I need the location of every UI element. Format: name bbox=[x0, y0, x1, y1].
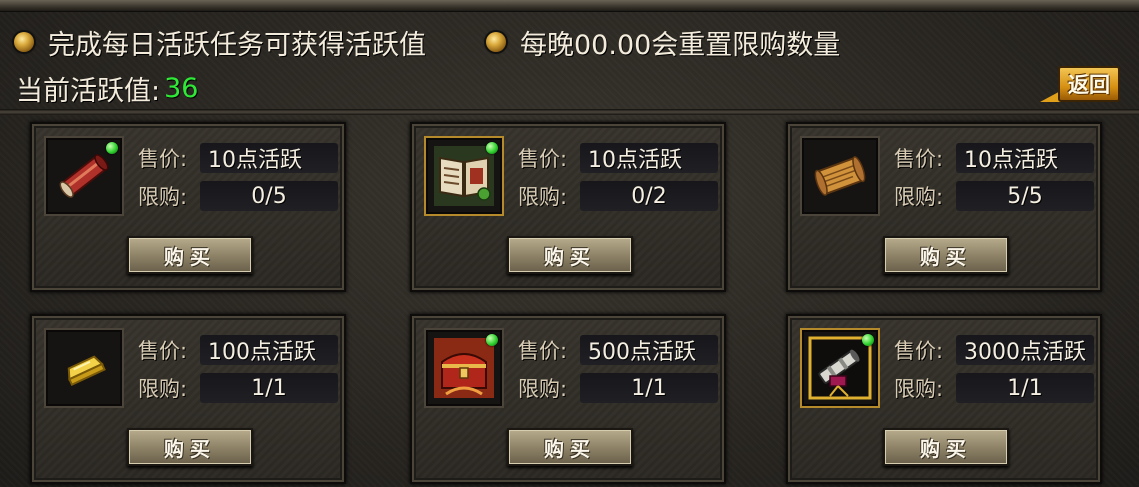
window-top-border bbox=[0, 0, 1139, 12]
back-button-label: 返回 bbox=[1058, 66, 1120, 102]
skill-book-icon bbox=[434, 146, 494, 206]
shop-item-card: 售价: 3000点活跃 限购: 1/1 购买 bbox=[786, 314, 1102, 484]
price-value: 10点活跃 bbox=[580, 143, 718, 173]
activity-points: 当前活跃值: 36 bbox=[16, 68, 198, 108]
price-label: 售价: bbox=[518, 339, 568, 363]
shop-item-card: 售价: 10点活跃 限购: 5/5 购买 bbox=[786, 122, 1102, 292]
item-slot[interactable] bbox=[424, 136, 504, 216]
limit-label: 限购: bbox=[138, 377, 188, 401]
notice-reset: 每晚00.00会重置限购数量 bbox=[486, 22, 840, 62]
price-label: 售价: bbox=[518, 147, 568, 171]
limit-value: 0/5 bbox=[200, 181, 338, 211]
price-value: 10点活跃 bbox=[200, 143, 338, 173]
limit-label: 限购: bbox=[894, 185, 944, 209]
price-value: 3000点活跃 bbox=[956, 335, 1094, 365]
buy-button[interactable]: 购买 bbox=[883, 236, 1009, 274]
limit-value: 1/1 bbox=[580, 373, 718, 403]
price-label: 售价: bbox=[894, 147, 944, 171]
limit-label: 限购: bbox=[894, 377, 944, 401]
limit-value: 0/2 bbox=[580, 181, 718, 211]
gold-bar-icon bbox=[67, 355, 106, 386]
back-button[interactable]: 返回 bbox=[1040, 66, 1120, 102]
shop-item-card: 售价: 100点活跃 限购: 1/1 购买 bbox=[30, 314, 346, 484]
buy-button[interactable]: 购买 bbox=[507, 428, 633, 466]
activity-value: 36 bbox=[164, 72, 199, 104]
limit-label: 限购: bbox=[518, 185, 568, 209]
buy-button[interactable]: 购买 bbox=[883, 428, 1009, 466]
activity-label: 当前活跃值: bbox=[16, 75, 161, 107]
gold-bullet-icon bbox=[486, 32, 506, 52]
limit-label: 限购: bbox=[138, 185, 188, 209]
item-slot[interactable] bbox=[424, 328, 504, 408]
gold-bullet-icon bbox=[14, 32, 34, 52]
buy-button[interactable]: 购买 bbox=[127, 428, 253, 466]
parchment-scroll-icon bbox=[814, 156, 866, 196]
limit-value: 1/1 bbox=[200, 373, 338, 403]
shop-window: 完成每日活跃任务可获得活跃值 每晚00.00会重置限购数量 当前活跃值: 36 … bbox=[0, 0, 1139, 487]
green-gem-icon bbox=[486, 142, 498, 154]
limit-value: 1/1 bbox=[956, 373, 1094, 403]
telescope-icon bbox=[808, 336, 872, 400]
notice-daily-tasks: 完成每日活跃任务可获得活跃值 bbox=[14, 22, 426, 62]
item-slot[interactable] bbox=[44, 328, 124, 408]
limit-label: 限购: bbox=[518, 377, 568, 401]
price-label: 售价: bbox=[894, 339, 944, 363]
shop-item-card: 售价: 500点活跃 限购: 1/1 购买 bbox=[410, 314, 726, 484]
notice-text: 每晚00.00会重置限购数量 bbox=[520, 29, 841, 61]
notice-text: 完成每日活跃任务可获得活跃值 bbox=[48, 29, 426, 61]
price-value: 10点活跃 bbox=[956, 143, 1094, 173]
price-value: 100点活跃 bbox=[200, 335, 338, 365]
green-gem-icon bbox=[486, 334, 498, 346]
buy-button[interactable]: 购买 bbox=[127, 236, 253, 274]
green-gem-icon bbox=[862, 334, 874, 346]
item-slot[interactable] bbox=[800, 136, 880, 216]
price-label: 售价: bbox=[138, 147, 188, 171]
buy-button[interactable]: 购买 bbox=[507, 236, 633, 274]
price-label: 售价: bbox=[138, 339, 188, 363]
shop-item-card: 售价: 10点活跃 限购: 0/2 购买 bbox=[410, 122, 726, 292]
shop-item-card: 售价: 10点活跃 限购: 0/5 购买 bbox=[30, 122, 346, 292]
red-treasure-chest-icon bbox=[434, 338, 494, 398]
green-gem-icon bbox=[106, 142, 118, 154]
limit-value: 5/5 bbox=[956, 181, 1094, 211]
red-scroll-icon bbox=[59, 154, 109, 198]
item-slot[interactable] bbox=[44, 136, 124, 216]
header-divider bbox=[0, 109, 1139, 115]
price-value: 500点活跃 bbox=[580, 335, 718, 365]
item-slot[interactable] bbox=[800, 328, 880, 408]
